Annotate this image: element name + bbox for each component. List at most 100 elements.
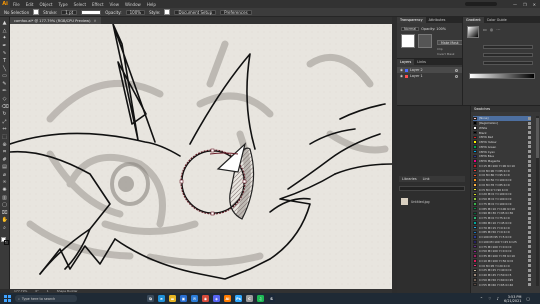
stroke-color-swatch[interactable] xyxy=(3,239,9,245)
tab-libraries[interactable]: Libraries xyxy=(402,177,417,181)
column-graph-tool-icon[interactable]: ▥ xyxy=(2,195,8,201)
library-search-input[interactable] xyxy=(399,186,465,191)
swatches-scrollbar[interactable] xyxy=(536,116,539,286)
stroke-profile-dropdown[interactable] xyxy=(81,9,102,15)
clip-studio-taskbar-icon[interactable]: C xyxy=(246,295,253,302)
visibility-eye-icon[interactable]: ◉ xyxy=(400,74,403,78)
tab-attributes[interactable]: Attributes xyxy=(426,17,449,23)
gradient-aspect-field[interactable] xyxy=(483,53,533,57)
taskbar-search-input[interactable]: ⌕ Type here to search xyxy=(15,295,77,302)
direct-selection-tool-icon[interactable]: △ xyxy=(2,28,8,34)
clock[interactable]: 3:53 PM 6/21/2021 xyxy=(504,295,521,303)
volume-icon[interactable]: ♪ xyxy=(497,296,499,301)
tab-color-guide[interactable]: Color Guide xyxy=(484,17,510,23)
tab-gradient[interactable]: Gradient xyxy=(463,17,484,23)
freeform-gradient-icon[interactable]: ⋯ xyxy=(496,27,500,32)
gradient-stroke-options[interactable] xyxy=(483,61,533,65)
menu-window[interactable]: Window xyxy=(122,2,144,7)
tab-layers[interactable]: Layers xyxy=(397,59,415,65)
tab-transparency[interactable]: Transparency xyxy=(397,17,426,23)
invert-mask-checkbox[interactable]: Invert Mask xyxy=(437,52,455,56)
shape-builder-tool-icon[interactable]: ⊕ xyxy=(2,142,8,148)
symbol-sprayer-tool-icon[interactable]: ✺ xyxy=(2,187,8,193)
chrome-taskbar-icon[interactable]: ◉ xyxy=(202,295,209,302)
mail-taskbar-icon[interactable]: ✉ xyxy=(191,295,198,302)
menu-view[interactable]: View xyxy=(107,2,123,7)
type-tool-icon[interactable]: T xyxy=(2,58,8,64)
tab-links[interactable]: Links xyxy=(414,59,429,65)
menu-help[interactable]: Help xyxy=(144,2,159,7)
rectangle-tool-icon[interactable]: ▭ xyxy=(2,73,8,79)
line-tool-icon[interactable]: ╲ xyxy=(2,66,8,72)
shaper-tool-icon[interactable]: ◇ xyxy=(2,96,8,102)
menu-effect[interactable]: Effect xyxy=(89,2,107,7)
gradient-slider[interactable] xyxy=(469,73,535,79)
selection-tool-icon[interactable]: ▲ xyxy=(2,20,8,26)
menu-object[interactable]: Object xyxy=(36,2,55,7)
gradient-tool-icon[interactable]: ▤ xyxy=(2,164,8,170)
notification-icon[interactable]: ▢ xyxy=(526,296,530,301)
artboard-tool-icon[interactable]: ▢ xyxy=(2,202,8,208)
paintbrush-tool-icon[interactable]: ✎ xyxy=(2,81,8,87)
spotify-taskbar-icon[interactable]: ♫ xyxy=(257,295,264,302)
clip-checkbox[interactable]: Clip xyxy=(437,47,455,51)
width-tool-icon[interactable]: ⇔ xyxy=(2,126,8,132)
chevron-up-icon[interactable]: ⌃ xyxy=(480,296,483,301)
fill-stroke-widget[interactable] xyxy=(0,236,9,245)
layer-row-1[interactable]: ◉ Layer 1 xyxy=(397,73,462,79)
tab-link[interactable]: Link xyxy=(423,177,430,181)
store-taskbar-icon[interactable]: ▣ xyxy=(180,295,187,302)
opacity-field[interactable]: 100% xyxy=(125,9,146,15)
layer-target-icon[interactable] xyxy=(455,68,458,72)
steam-taskbar-icon[interactable]: S xyxy=(268,295,275,302)
task-view-taskbar-icon[interactable]: ⧉ xyxy=(147,295,154,302)
menu-file[interactable]: File xyxy=(10,2,23,7)
zoom-tool-icon[interactable]: ⌕ xyxy=(2,225,8,231)
graphic-style-dropdown[interactable] xyxy=(164,9,171,15)
document-setup-button[interactable]: Document Setup xyxy=(174,9,217,15)
preferences-button[interactable]: Preferences xyxy=(220,9,252,15)
discord-taskbar-icon[interactable]: ◈ xyxy=(213,295,220,302)
document-tab[interactable]: comfox.ai* @ 177.79% (RGB/CPU Preview) ✕ xyxy=(10,17,101,24)
blend-mode-dropdown[interactable]: Normal xyxy=(401,26,420,31)
radial-gradient-icon[interactable]: ◎ xyxy=(490,27,494,32)
stroke-weight-field[interactable]: 1 pt xyxy=(61,9,78,15)
perspective-grid-tool-icon[interactable]: ⌗ xyxy=(2,149,8,155)
magic-wand-tool-icon[interactable]: ✦ xyxy=(2,35,8,41)
curvature-tool-icon[interactable]: ∿ xyxy=(2,50,8,56)
menu-select[interactable]: Select xyxy=(71,2,89,7)
swatch-row[interactable]: C=55 M=60 Y=65 K=40 xyxy=(473,282,531,287)
minimize-button[interactable]: — xyxy=(513,2,517,7)
linear-gradient-icon[interactable]: ▭ xyxy=(483,27,487,32)
eyedropper-tool-icon[interactable]: ⌀ xyxy=(2,172,8,178)
transparency-opacity-field[interactable]: Opacity: 100% xyxy=(421,27,446,31)
artboard-canvas[interactable] xyxy=(10,24,392,289)
make-mask-button[interactable]: Make Mask xyxy=(437,40,463,45)
network-icon[interactable]: ⌔ xyxy=(488,296,492,302)
photoshop-taskbar-icon[interactable]: Ps xyxy=(235,295,242,302)
layer-target-icon[interactable] xyxy=(455,74,458,78)
rotate-tool-icon[interactable]: ↻ xyxy=(2,111,8,117)
library-item[interactable]: Untitled.jpg xyxy=(401,198,430,205)
blend-tool-icon[interactable]: ∞ xyxy=(2,179,8,185)
close-tab-icon[interactable]: ✕ xyxy=(94,19,97,23)
eraser-tool-icon[interactable]: ⌫ xyxy=(2,104,9,110)
help-search-input[interactable] xyxy=(465,1,498,6)
pencil-tool-icon[interactable]: ✏ xyxy=(2,88,8,94)
free-transform-tool-icon[interactable]: ⬚ xyxy=(2,134,8,140)
pen-tool-icon[interactable]: ✒ xyxy=(2,43,8,49)
file-explorer-taskbar-icon[interactable]: ▬ xyxy=(169,295,176,302)
gradient-preview-swatch[interactable] xyxy=(467,26,479,38)
illustrator-taskbar-icon[interactable]: Ai xyxy=(224,295,231,302)
menu-type[interactable]: Type xyxy=(55,2,70,7)
slice-tool-icon[interactable]: ⌧ xyxy=(2,210,8,216)
menu-edit[interactable]: Edit xyxy=(23,2,37,7)
scale-tool-icon[interactable]: ⤢ xyxy=(2,119,8,125)
maximize-button[interactable]: ❐ xyxy=(523,2,527,7)
hand-tool-icon[interactable]: ✋ xyxy=(2,217,8,223)
close-button[interactable]: ✕ xyxy=(533,2,536,7)
fill-swatch[interactable] xyxy=(33,9,40,15)
edge-taskbar-icon[interactable]: e xyxy=(158,295,165,302)
mesh-tool-icon[interactable]: # xyxy=(2,157,8,163)
visibility-eye-icon[interactable]: ◉ xyxy=(400,68,403,72)
